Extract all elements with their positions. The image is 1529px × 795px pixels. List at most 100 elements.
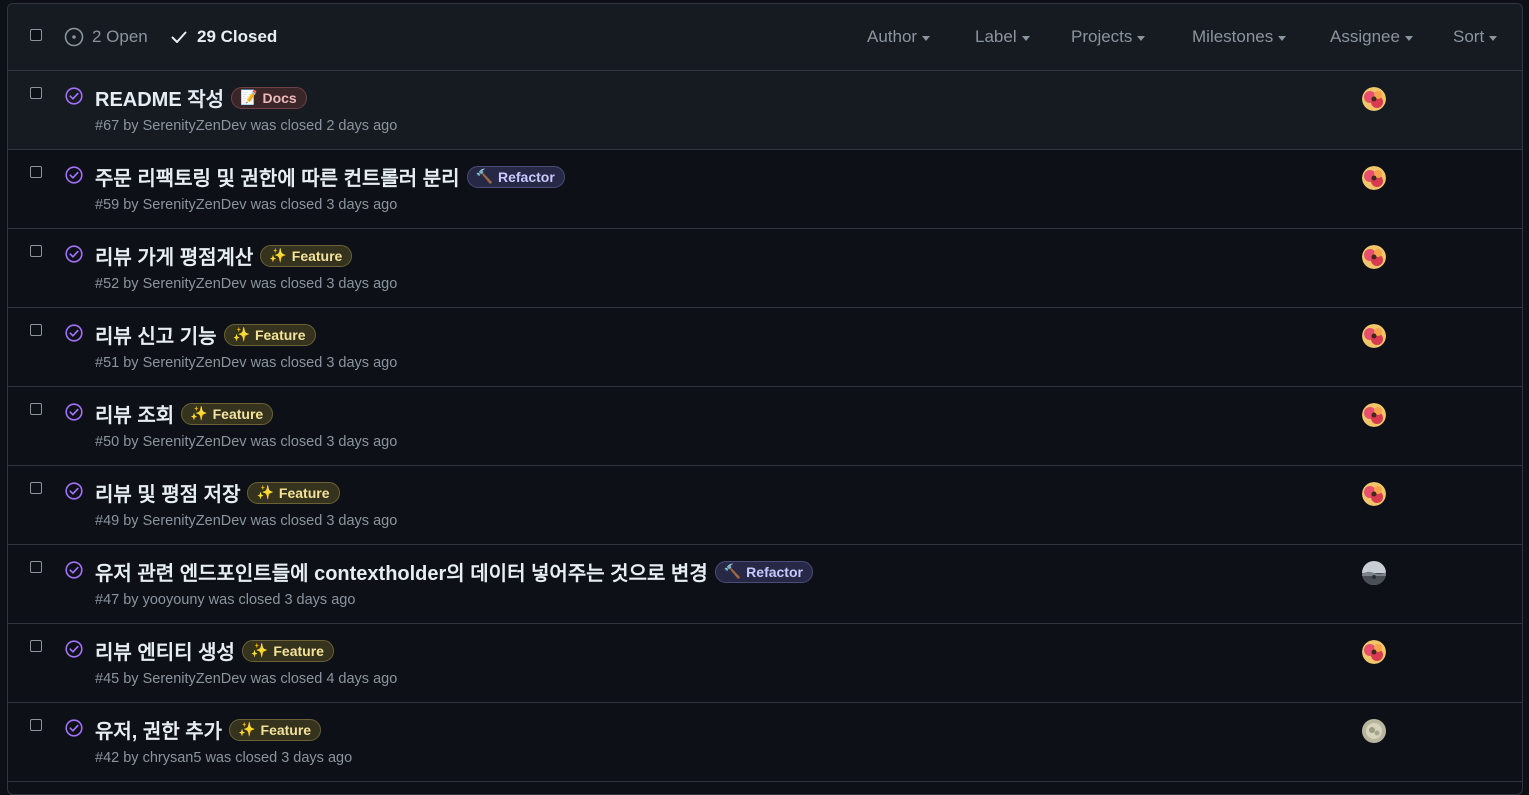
avatar-chrysan5[interactable] bbox=[1362, 719, 1386, 743]
filter-author-dropdown[interactable]: Author bbox=[867, 4, 931, 70]
avatar-serenity[interactable] bbox=[1362, 403, 1386, 427]
issue-row: 리뷰 조회 ✨ Feature #50 by SerenityZenDev wa… bbox=[8, 387, 1522, 466]
filter-author-label: Author bbox=[867, 27, 918, 46]
avatar-serenity[interactable] bbox=[1362, 166, 1386, 190]
memo-emoji: 📝 bbox=[240, 89, 258, 105]
hammer-emoji: 🔨 bbox=[723, 563, 742, 579]
issue-label-text: Feature bbox=[291, 247, 343, 264]
issue-title-link[interactable]: 리뷰 조회 bbox=[95, 399, 174, 428]
issue-author-link[interactable]: SerenityZenDev bbox=[143, 276, 247, 292]
sparkles-emoji: ✨ bbox=[256, 484, 274, 500]
issue-meta: #52 by SerenityZenDev was closed 3 days … bbox=[95, 276, 397, 292]
issue-checkbox[interactable] bbox=[30, 166, 42, 178]
avatar-serenity[interactable] bbox=[1362, 245, 1386, 269]
issue-number: #67 bbox=[95, 118, 120, 134]
issue-checkbox[interactable] bbox=[30, 245, 42, 257]
issue-row: 리뷰 가게 평점계산 ✨ Feature #52 by SerenityZenD… bbox=[8, 229, 1522, 308]
caret-down-icon bbox=[1137, 35, 1146, 41]
issue-meta: #45 by SerenityZenDev was closed 4 days … bbox=[95, 671, 397, 687]
issue-author-link[interactable]: SerenityZenDev bbox=[143, 197, 247, 213]
issue-closed-icon bbox=[65, 403, 83, 421]
issue-closed-icon bbox=[65, 719, 83, 737]
filter-sort-dropdown[interactable]: Sort bbox=[1453, 4, 1498, 70]
issue-author-link[interactable]: SerenityZenDev bbox=[143, 513, 247, 529]
sparkles-emoji: ✨ bbox=[190, 405, 208, 421]
issue-label[interactable]: ✨ Feature bbox=[229, 718, 322, 741]
issue-label[interactable]: ✨ Feature bbox=[223, 323, 316, 346]
issue-label[interactable]: ✨ Feature bbox=[247, 481, 340, 504]
issue-closed-icon bbox=[65, 640, 83, 658]
sparkles-emoji: ✨ bbox=[250, 642, 269, 658]
caret-down-icon bbox=[922, 35, 931, 41]
issue-checkbox[interactable] bbox=[30, 87, 42, 99]
sparkles-emoji: ✨ bbox=[232, 326, 250, 342]
issue-checkbox[interactable] bbox=[30, 640, 42, 652]
issue-by-text: by bbox=[119, 434, 143, 450]
filter-assignee-dropdown[interactable]: Assignee bbox=[1330, 4, 1413, 70]
issue-author-link[interactable]: SerenityZenDev bbox=[143, 118, 247, 134]
issue-title-line: 리뷰 가게 평점계산 ✨ Feature bbox=[95, 241, 353, 270]
issue-title-link[interactable]: 리뷰 및 평점 저장 bbox=[95, 478, 240, 507]
issue-label-text: Refactor bbox=[497, 168, 555, 185]
filter-milestones-dropdown[interactable]: Milestones bbox=[1192, 4, 1287, 70]
issue-checkbox[interactable] bbox=[30, 482, 42, 494]
issue-meta: #59 by SerenityZenDev was closed 3 days … bbox=[95, 197, 397, 213]
issue-row: 주문 리팩토링 및 권한에 따른 컨트롤러 분리 🔨 Refactor #59 … bbox=[8, 150, 1522, 229]
issue-label[interactable]: 🔨 Refactor bbox=[466, 165, 565, 188]
issue-title-link[interactable]: README 작성 bbox=[95, 83, 224, 112]
issue-author-link[interactable]: SerenityZenDev bbox=[143, 434, 247, 450]
issue-title-line: README 작성 📝 Docs bbox=[95, 83, 307, 112]
issue-label[interactable]: ✨ Feature bbox=[181, 402, 274, 425]
issue-number: #51 bbox=[95, 355, 120, 371]
issue-author-link[interactable]: SerenityZenDev bbox=[143, 671, 247, 687]
filter-projects-dropdown[interactable]: Projects bbox=[1071, 4, 1146, 70]
issue-closed-icon bbox=[65, 561, 83, 579]
issue-author-link[interactable]: SerenityZenDev bbox=[143, 355, 247, 371]
issue-label-text: Feature bbox=[212, 405, 264, 422]
avatar-serenity[interactable] bbox=[1362, 640, 1386, 664]
issue-title-line: 유저, 권한 추가 ✨ Feature bbox=[95, 715, 322, 744]
filter-bar: Author Label Projects Milestones Assignee Sor… bbox=[8, 4, 1522, 70]
issue-checkbox[interactable] bbox=[30, 403, 42, 415]
issue-checkbox[interactable] bbox=[30, 561, 42, 573]
issue-title-line: 유저 관련 엔드포인트들에 contextholder의 데이터 넣어주는 것으… bbox=[95, 557, 813, 586]
issue-number: #49 bbox=[95, 513, 120, 529]
issue-closed-icon bbox=[65, 87, 83, 105]
issue-label[interactable]: 🔨 Refactor bbox=[714, 560, 813, 583]
issue-meta: #47 by yooyouny was closed 3 days ago bbox=[95, 592, 355, 608]
issue-checkbox[interactable] bbox=[30, 719, 42, 731]
issue-row: README 작성 📝 Docs #67 by SerenityZenDev w… bbox=[8, 71, 1522, 150]
issue-title-link[interactable]: 리뷰 신고 기능 bbox=[95, 320, 217, 349]
sparkles-emoji: ✨ bbox=[238, 721, 256, 737]
issue-checkbox[interactable] bbox=[30, 324, 42, 336]
issue-closed-time: was closed 3 days ago bbox=[246, 434, 398, 450]
issue-label[interactable]: 📝 Docs bbox=[231, 86, 307, 109]
issue-meta: #51 by SerenityZenDev was closed 3 days … bbox=[95, 355, 397, 371]
avatar-serenity[interactable] bbox=[1362, 87, 1386, 111]
avatar-serenity[interactable] bbox=[1362, 482, 1386, 506]
issue-closed-time: was closed 3 days ago bbox=[204, 592, 356, 608]
issue-title-link[interactable]: 리뷰 엔티티 생성 bbox=[95, 636, 235, 665]
issue-row: 리뷰 및 평점 저장 ✨ Feature #49 by SerenityZenD… bbox=[8, 466, 1522, 545]
issue-title-link[interactable]: 리뷰 가게 평점계산 bbox=[95, 241, 253, 270]
issue-author-link[interactable]: yooyouny bbox=[143, 592, 205, 608]
issue-title-line: 리뷰 엔티티 생성 ✨ Feature bbox=[95, 636, 334, 665]
issue-title-link[interactable]: 유저, 권한 추가 bbox=[95, 715, 222, 744]
issue-label[interactable]: ✨ Feature bbox=[241, 639, 334, 662]
issue-number: #50 bbox=[95, 434, 120, 450]
issue-by-text: by bbox=[119, 197, 143, 213]
filter-label-dropdown[interactable]: Label bbox=[975, 4, 1030, 70]
issue-title-line: 리뷰 조회 ✨ Feature bbox=[95, 399, 274, 428]
issue-row: 리뷰 신고 기능 ✨ Feature #51 by SerenityZenDev… bbox=[8, 308, 1522, 387]
issue-label-text: Feature bbox=[260, 721, 312, 738]
issue-by-text: by bbox=[119, 750, 143, 766]
issue-author-link[interactable]: chrysan5 bbox=[143, 750, 202, 766]
issue-label[interactable]: ✨ Feature bbox=[260, 244, 353, 267]
issue-number: #45 bbox=[95, 671, 120, 687]
avatar-yooyouny[interactable] bbox=[1362, 561, 1386, 585]
issue-title-link[interactable]: 유저 관련 엔드포인트들에 contextholder의 데이터 넣어주는 것으… bbox=[95, 557, 708, 586]
avatar-serenity[interactable] bbox=[1362, 324, 1386, 348]
issue-title-link[interactable]: 주문 리팩토링 및 권한에 따른 컨트롤러 분리 bbox=[95, 162, 460, 191]
issue-closed-time: was closed 3 days ago bbox=[246, 197, 398, 213]
caret-down-icon bbox=[1489, 35, 1498, 41]
